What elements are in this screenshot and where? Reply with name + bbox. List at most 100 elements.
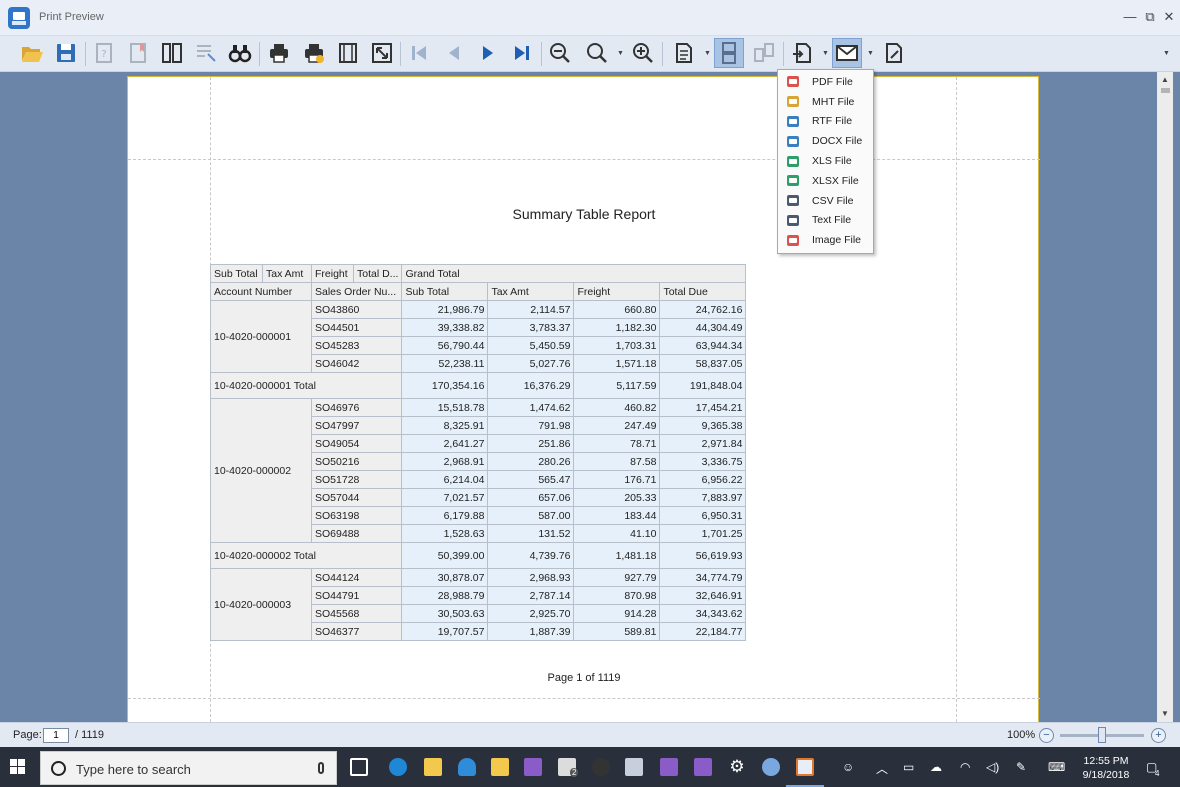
mail-icon[interactable]: 2 (558, 758, 579, 777)
value-cell: 1,571.18 (573, 354, 661, 373)
page-number-input[interactable] (43, 728, 69, 743)
zoom-dropdown-arrow[interactable]: ▼ (617, 50, 624, 57)
restore-button[interactable]: ⧉ (1142, 8, 1158, 26)
zoom-out-button[interactable]: − (1039, 728, 1054, 743)
show-hidden-icons[interactable]: ︿ (876, 760, 888, 777)
zoom-out-icon[interactable] (545, 38, 575, 68)
account-number-cell: 10-4020-000002 (210, 398, 312, 543)
value-cell: 17,454.21 (659, 398, 747, 417)
pen-icon[interactable]: ✎ (1016, 760, 1026, 774)
close-button[interactable]: ✕ (1161, 8, 1177, 26)
file-explorer-icon[interactable] (424, 758, 442, 776)
export-menu-item[interactable]: RTF File (778, 112, 873, 132)
system-clock[interactable]: 12:55 PM 9/18/2018 (1080, 754, 1132, 782)
first-page-icon[interactable] (404, 38, 434, 68)
group-total-value: 170,354.16 (401, 372, 489, 399)
field-header-cell: Freight (311, 264, 354, 283)
thumbnails-icon[interactable] (157, 38, 187, 68)
export-menu-item[interactable]: XLSX File (778, 171, 873, 191)
zoom-slider-thumb[interactable] (1098, 727, 1106, 743)
microphone-icon[interactable] (318, 762, 324, 774)
editing-fields-icon[interactable] (191, 38, 221, 68)
view-mode-icon[interactable] (669, 38, 699, 68)
group-total-row: 10-4020-000002 Total 50,399.00 4,739.76 1,4… (209, 542, 747, 569)
send-email-icon[interactable] (832, 38, 862, 68)
value-cell: 2,925.70 (487, 604, 575, 623)
export-icon[interactable] (788, 38, 818, 68)
edge-icon[interactable] (389, 758, 407, 776)
settings-icon[interactable]: ⚙ (728, 758, 746, 776)
paint-icon[interactable] (762, 758, 780, 776)
print-icon[interactable] (264, 38, 294, 68)
task-view-icon[interactable] (350, 758, 368, 776)
zoom-in-button[interactable]: + (1151, 728, 1166, 743)
export-menu-item[interactable]: DOCX File (778, 131, 873, 151)
volume-icon[interactable]: ◁) (986, 760, 999, 774)
bookmarks-icon[interactable] (123, 38, 153, 68)
export-menu-item[interactable]: Text File (778, 211, 873, 231)
next-page-icon[interactable] (473, 38, 503, 68)
file-type-icon (787, 115, 799, 127)
people-icon[interactable]: ☺ (842, 760, 854, 774)
scroll-up-icon[interactable]: ▲ (1157, 72, 1173, 88)
value-cell: 58,837.05 (659, 354, 747, 373)
scale-icon[interactable] (367, 38, 397, 68)
send-email-dropdown-arrow[interactable]: ▼ (867, 50, 874, 57)
keyboard-icon[interactable]: ⌨ (1048, 760, 1065, 774)
windows-taskbar: Type here to search 2 ⚙ ☺ ︿ ▭ ☁ ◠ ◁) ✎ ⌨… (0, 747, 1180, 787)
export-menu-item[interactable]: PDF File (778, 72, 873, 92)
export-menu-item[interactable]: Image File (778, 230, 873, 250)
continuous-view-icon[interactable] (714, 38, 744, 68)
scroll-down-icon[interactable]: ▼ (1157, 706, 1173, 722)
edit-document-icon[interactable] (879, 38, 909, 68)
value-cell: 205.33 (573, 488, 661, 507)
previous-page-icon[interactable] (439, 38, 469, 68)
page-setup-icon[interactable] (333, 38, 363, 68)
wifi-icon[interactable]: ◠ (960, 760, 970, 774)
multiple-pages-icon[interactable] (749, 38, 779, 68)
zoom-icon[interactable] (582, 38, 612, 68)
taskbar-search[interactable]: Type here to search (40, 751, 337, 785)
page-footer: Page 1 of 1119 (547, 672, 621, 684)
export-dropdown-arrow[interactable]: ▼ (822, 50, 829, 57)
preview-area[interactable]: Summary Table Report Sub Total Tax Amt Fre… (0, 72, 1180, 722)
start-button[interactable] (10, 759, 26, 775)
photos-icon[interactable] (625, 758, 643, 776)
group-total-label: 10-4020-000001 Total (209, 372, 403, 399)
sales-order-cell: SO69488 (310, 524, 403, 543)
print-preview-taskbar-icon[interactable] (796, 758, 814, 776)
view-mode-dropdown-arrow[interactable]: ▼ (704, 50, 711, 57)
group-total-value: 50,399.00 (401, 542, 489, 569)
value-cell: 7,021.57 (401, 488, 489, 507)
quick-print-icon[interactable] (299, 38, 329, 68)
export-menu-item[interactable]: CSV File (778, 191, 873, 211)
visual-studio-icon[interactable] (660, 758, 678, 776)
toolbar-separator (259, 42, 260, 66)
value-cell: 870.98 (573, 586, 661, 605)
minimize-button[interactable]: — (1122, 8, 1138, 26)
export-menu-item[interactable]: MHT File (778, 92, 873, 112)
parameters-icon[interactable]: ? (89, 38, 119, 68)
vertical-scrollbar[interactable]: ▲ ▼ (1157, 72, 1173, 722)
last-page-icon[interactable] (507, 38, 537, 68)
field-header-cell: Sub Total (210, 264, 263, 283)
row-header-cell: Sales Order Nu... (310, 282, 403, 301)
column-header-cell: Freight (573, 282, 661, 301)
visual-studio-icon[interactable] (524, 758, 542, 776)
folder-icon[interactable] (491, 758, 509, 776)
status-bar: Page: / 1119 100% − + (0, 722, 1180, 747)
value-cell: 39,338.82 (401, 318, 489, 337)
open-icon[interactable] (17, 38, 47, 68)
scroll-thumb[interactable] (1161, 88, 1170, 93)
export-menu-item[interactable]: XLS File (778, 151, 873, 171)
toolbar-overflow-icon[interactable]: ▼ (1163, 50, 1170, 57)
save-icon[interactable] (51, 38, 81, 68)
zoom-in-icon[interactable] (628, 38, 658, 68)
search-icon[interactable] (225, 38, 255, 68)
onedrive-icon[interactable] (458, 758, 476, 776)
onedrive-tray-icon[interactable]: ☁ (930, 760, 942, 774)
visual-studio-icon[interactable] (694, 758, 712, 776)
app-icon-dark[interactable] (592, 758, 610, 776)
account-number-cell: 10-4020-000001 (210, 300, 312, 373)
battery-icon[interactable]: ▭ (903, 760, 914, 774)
